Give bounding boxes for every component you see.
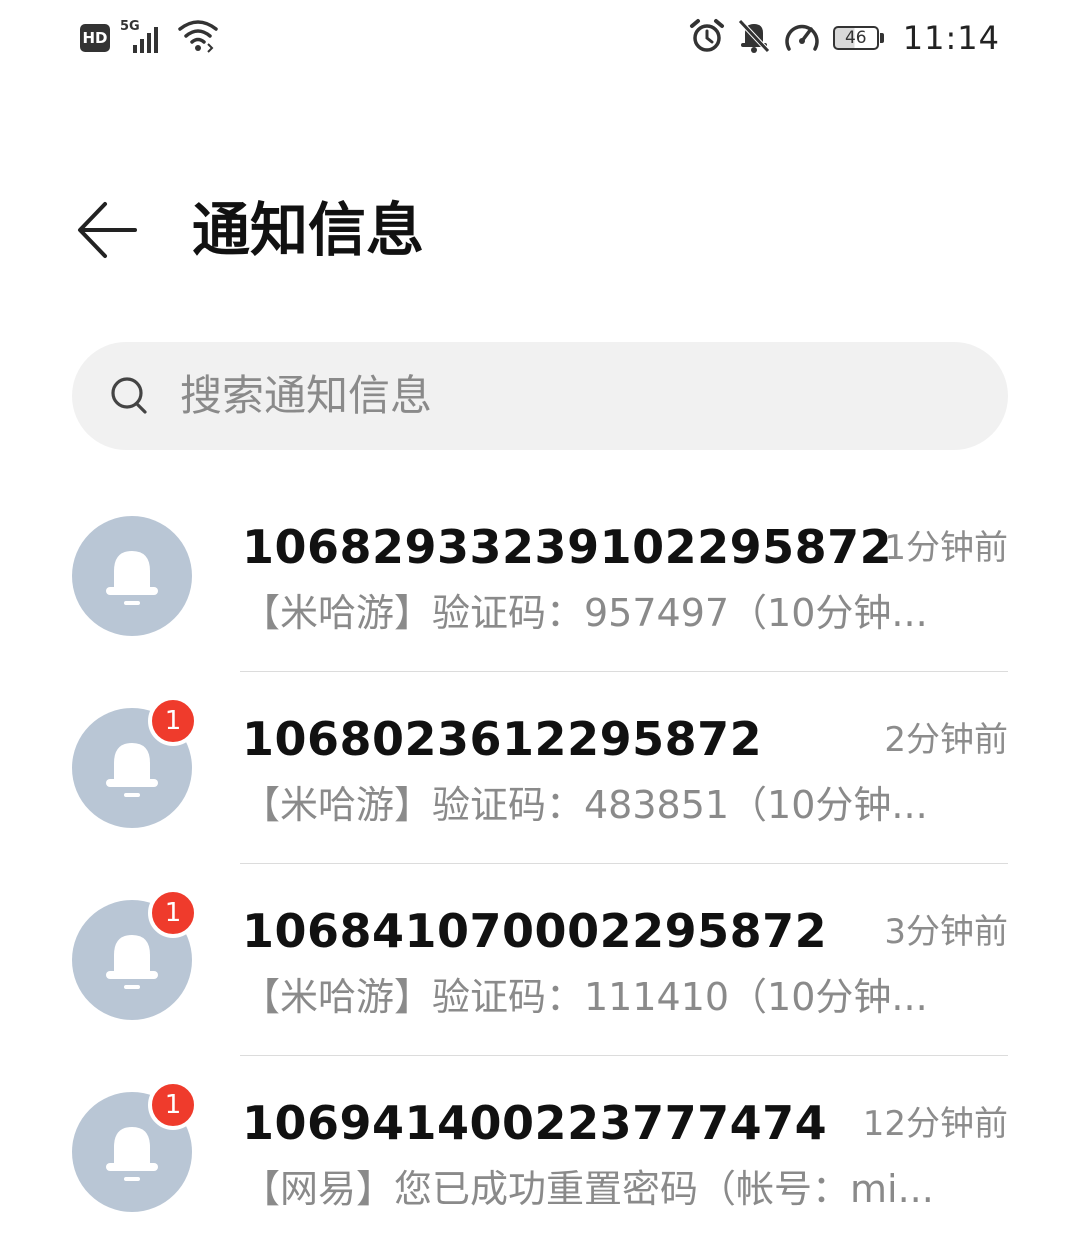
back-button[interactable] <box>72 198 142 262</box>
message-preview: 【米哈游】验证码：111410（10分钟... <box>242 975 928 1019</box>
message-list: 1068293323910229​5872 1分钟前 【米哈游】验证码：9574… <box>0 480 1080 1248</box>
status-time: 11:14 <box>902 19 1000 57</box>
unread-badge: 1 <box>148 696 198 746</box>
list-item[interactable]: 1 106802361229​5872 2分钟前 【米哈游】验证码：483851… <box>0 672 1080 864</box>
signal-5g-icon: 5G <box>120 19 168 55</box>
battery-icon: 46 <box>832 24 885 52</box>
alarm-icon <box>689 18 725 58</box>
status-bar: HD 5G 46 11:14 <box>0 0 1080 80</box>
bell-icon <box>106 1127 158 1181</box>
message-sender: 1068293323910229​5872 <box>242 520 893 574</box>
bell-icon <box>106 935 158 989</box>
battery-tip <box>879 33 884 43</box>
message-preview: 【米哈游】验证码：483851（10分钟... <box>242 783 928 827</box>
page-title: 通知信息 <box>192 196 425 264</box>
avatar <box>72 516 192 636</box>
header: 通知信息 <box>0 180 1080 280</box>
message-sender: 106841070002295872 <box>242 904 828 958</box>
message-time: 1分钟前 <box>884 528 1008 568</box>
search-input[interactable]: 搜索通知信息 <box>72 342 1008 450</box>
list-item[interactable]: 1 10694140022​3777474 12分钟前 【网易】您已成功重置密码… <box>0 1056 1080 1248</box>
list-item[interactable]: 1 106841070002295872 3分钟前 【米哈游】验证码：11141… <box>0 864 1080 1056</box>
search-placeholder: 搜索通知信息 <box>180 371 433 420</box>
bell-off-icon <box>737 18 771 58</box>
speedometer-icon <box>783 19 821 57</box>
hd-icon: HD <box>80 24 110 52</box>
message-sender: 10694140022​3777474 <box>242 1096 828 1150</box>
status-left: HD 5G <box>80 18 218 58</box>
list-item[interactable]: 1068293323910229​5872 1分钟前 【米哈游】验证码：9574… <box>0 480 1080 672</box>
bell-icon <box>106 743 158 797</box>
message-preview: 【米哈游】验证码：957497（10分钟... <box>242 591 928 635</box>
message-time: 12分钟前 <box>862 1104 1008 1144</box>
status-right: 46 11:14 <box>689 18 1000 58</box>
search-icon <box>111 377 147 414</box>
battery-level: 46 <box>832 26 879 50</box>
message-preview: 【网易】您已成功重置密码（帐号：mi... <box>242 1167 934 1211</box>
bell-icon <box>106 551 158 605</box>
message-sender: 106802361229​5872 <box>242 712 763 766</box>
unread-badge: 1 <box>148 888 198 938</box>
message-time: 2分钟前 <box>884 720 1008 760</box>
arrow-left-icon <box>78 202 137 258</box>
message-time: 3分钟前 <box>884 912 1008 952</box>
unread-badge: 1 <box>148 1080 198 1130</box>
wifi-icon <box>178 19 218 57</box>
